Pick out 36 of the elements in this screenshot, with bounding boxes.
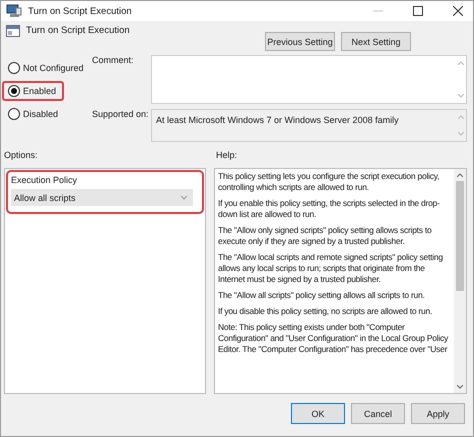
- help-paragraph: If you enable this policy setting, the scripts selected in the drop-down list are allowed to run.: [218, 198, 441, 220]
- help-paragraph: If you disable this policy setting, no scripts are allowed to run.: [218, 306, 434, 317]
- help-paragraph: The "Allow local scripts and remote signed scripts" policy setting allows any local scrips to run; scripts that originate from the Internet must be signed by a trusted publisher.: [218, 252, 444, 285]
- close-icon[interactable]: [453, 6, 463, 16]
- supported-on-label: Supported on:: [91, 109, 150, 121]
- help-paragraph: The "Allow all scripts" policy setting allows all scripts to run.: [218, 290, 426, 301]
- window-title: Turn on Script Execution: [28, 6, 132, 16]
- nav-button[interactable]: Next Setting: [341, 32, 411, 51]
- comment-label: Comment:: [91, 55, 135, 67]
- computer-icon: [6, 4, 22, 18]
- help-paragraph: This policy setting lets you configure the script execution policy, controlling which scripts are allowed to run.: [218, 171, 440, 193]
- scrollbar-thumb[interactable]: [456, 181, 464, 291]
- chevron-down-icon: [181, 196, 187, 200]
- scroll-down-icon[interactable]: [457, 385, 463, 389]
- supported-on-field: At least Microsoft Windows 7 or Windows Server 2008 family: [151, 109, 467, 142]
- radio-label[interactable]: Not Configured: [23, 63, 84, 73]
- nav-button[interactable]: Previous Setting: [265, 32, 335, 51]
- dialog-button[interactable]: Cancel: [351, 403, 405, 424]
- radio-button[interactable]: [8, 108, 20, 120]
- scrollbar[interactable]: [454, 169, 466, 393]
- radio-label[interactable]: Enabled: [23, 86, 56, 96]
- execution-policy-label: Execution Policy: [11, 175, 78, 185]
- radio-button[interactable]: [8, 62, 20, 74]
- dialog-button[interactable]: OK: [291, 403, 345, 424]
- radio-label[interactable]: Disabled: [23, 109, 58, 119]
- help-label: Help:: [216, 150, 238, 162]
- dialog-button[interactable]: Apply: [411, 403, 465, 424]
- policy-icon: [6, 25, 20, 37]
- policy-title: Turn on Script Execution: [26, 25, 130, 36]
- help-paragraph: The "Allow only signed scripts" policy setting allows scripts to execute only if they are signed by a trusted publisher.: [218, 225, 432, 247]
- execution-policy-dropdown[interactable]: Allow all scripts: [11, 189, 193, 206]
- options-label: Options:: [4, 150, 39, 162]
- help-paragraph: Note: This policy setting exists under both "Computer Configuration" and "User Configuration" in the Local Group Policy Editor. The "Computer Configuration" has precedence over "User: [218, 322, 450, 355]
- radio-button[interactable]: [8, 85, 20, 97]
- scroll-up-icon[interactable]: [457, 173, 463, 177]
- maximize-icon[interactable]: [413, 6, 423, 16]
